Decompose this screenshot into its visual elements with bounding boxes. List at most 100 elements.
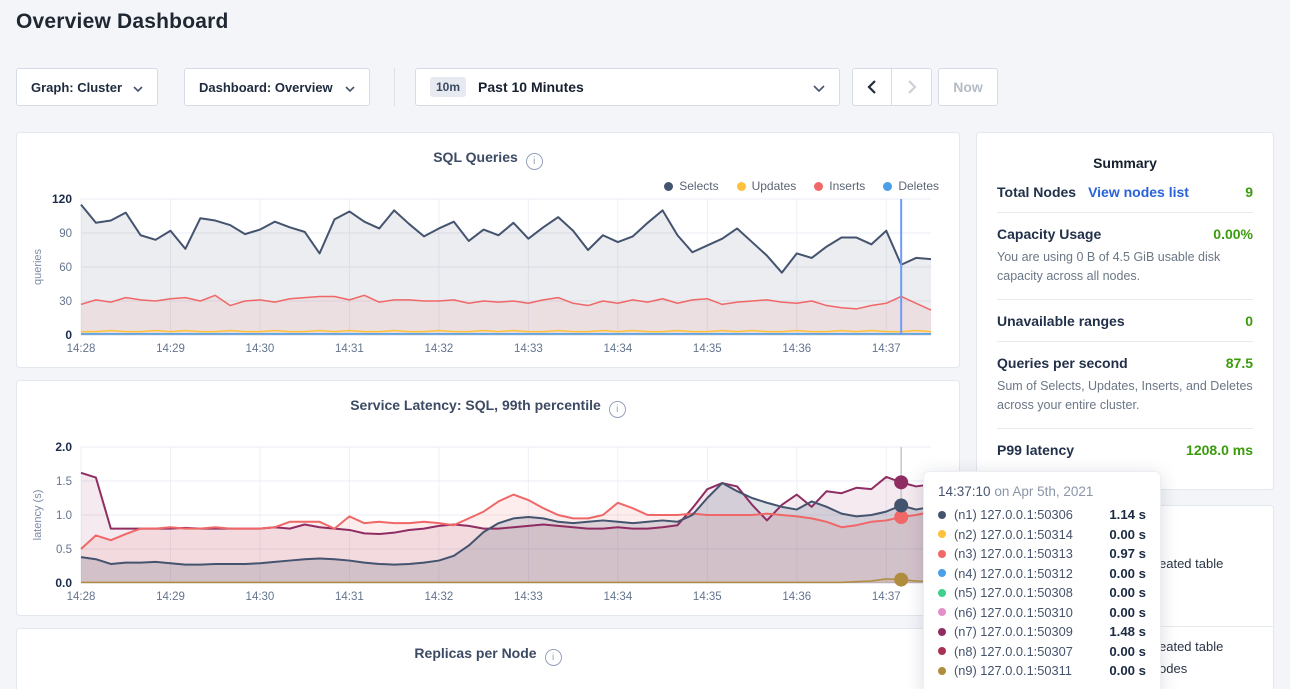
replicas-title-row: Replicas per Node i [17,645,959,666]
summary-row-unavailable: Unavailable ranges 0 [997,300,1253,342]
svg-text:90: 90 [59,228,72,240]
node-latency-value: 0.97 s [1109,546,1146,561]
summary-title: Summary [997,155,1253,171]
svg-text:1.5: 1.5 [56,476,72,488]
svg-text:14:30: 14:30 [246,343,275,355]
tooltip-row: (n6) 127.0.0.1:503100.00 s [938,603,1146,623]
svg-text:14:32: 14:32 [425,343,454,355]
node-latency-value: 0.00 s [1109,585,1146,600]
tooltip-row: (n3) 127.0.0.1:50313 0.97 s [938,544,1146,564]
tooltip-row: (n7) 127.0.0.1:503091.48 s [938,622,1146,642]
summary-panel: Summary Total Nodes View nodes list 9 Ca… [976,132,1274,490]
summary-desc: Sum of Selects, Updates, Inserts, and De… [997,377,1253,416]
tooltip-row: (n8) 127.0.0.1:50307 0.00 s [938,642,1146,662]
node-address: (n1) 127.0.0.1:50306 [954,507,1101,522]
prev-time-button[interactable] [852,68,892,106]
summary-label: Unavailable ranges [997,313,1125,329]
node-address: (n6) 127.0.0.1:50310 [954,605,1101,620]
summary-row-total-nodes: Total Nodes View nodes list 9 [997,171,1253,213]
now-button[interactable]: Now [938,68,998,106]
svg-text:120: 120 [52,192,72,206]
svg-text:0.0: 0.0 [55,576,72,590]
summary-value: 0 [1245,313,1253,329]
svg-text:30: 30 [59,296,72,308]
svg-text:14:29: 14:29 [156,591,185,603]
tooltip-row: (n2) 127.0.0.1:50314 0.00 s [938,525,1146,545]
summary-label: Total Nodes [997,184,1076,200]
chart-title: Replicas per Node [414,645,536,661]
sql-queries-card: SQL Queriesi SelectsUpdatesInsertsDelete… [16,132,960,368]
svg-text:queries: queries [32,248,44,285]
replicas-per-node-card: Replicas per Node i [16,628,960,689]
node-dot-icon [938,569,946,577]
toolbar-divider [394,68,395,106]
sql-queries-chart[interactable]: 14:2814:2914:3014:3114:3214:3314:3414:35… [17,133,961,369]
page-title: Overview Dashboard [16,10,229,34]
svg-text:14:36: 14:36 [782,343,811,355]
svg-text:14:37: 14:37 [872,343,901,355]
node-latency-value: 1.14 s [1109,507,1146,522]
event-text-fragment: odes [1159,661,1187,676]
chart-hover-tooltip: 14:37:10 on Apr 5th, 2021 (n1) 127.0.0.1… [923,471,1161,689]
tooltip-row: (n1) 127.0.0.1:50306 1.14 s [938,505,1146,525]
svg-text:14:29: 14:29 [156,343,185,355]
service-latency-card: Service Latency: SQL, 99th percentilei 1… [16,380,960,616]
tooltip-timestamp: 14:37:10 on Apr 5th, 2021 [938,484,1146,499]
info-icon[interactable]: i [545,649,562,666]
svg-text:1.0: 1.0 [56,510,72,522]
next-time-button[interactable] [892,68,932,106]
service-latency-chart[interactable]: 14:2814:2914:3014:3114:3214:3314:3414:35… [17,381,961,617]
summary-desc: You are using 0 B of 4.5 GiB usable disk… [997,248,1253,287]
chevron-down-icon [813,80,825,95]
node-latency-value: 0.00 s [1109,566,1146,581]
time-nav [852,68,932,106]
node-address: (n5) 127.0.0.1:50308 [954,585,1101,600]
chevron-down-icon [345,80,355,95]
dashboard-dropdown-label: Dashboard: Overview [199,80,333,95]
summary-row-p99: P99 latency 1208.0 ms [997,429,1253,470]
summary-value: 87.5 [1226,355,1253,371]
svg-text:14:31: 14:31 [335,591,364,603]
summary-value: 1208.0 ms [1186,442,1253,458]
node-address: (n8) 127.0.0.1:50307 [954,644,1101,659]
node-latency-value: 0.00 s [1109,663,1146,678]
node-address: (n7) 127.0.0.1:50309 [954,624,1101,639]
node-dot-icon [938,628,946,636]
node-latency-value: 0.00 s [1109,644,1146,659]
tooltip-row: (n4) 127.0.0.1:503120.00 s [938,564,1146,584]
node-dot-icon [938,589,946,597]
event-text-fragment: eated table [1159,556,1223,571]
node-dot-icon [938,550,946,558]
svg-text:14:33: 14:33 [514,591,543,603]
graph-dropdown-label: Graph: Cluster [31,80,122,95]
time-range-badge: 10m [430,77,466,97]
svg-text:14:31: 14:31 [335,343,364,355]
time-range-dropdown[interactable]: 10m Past 10 Minutes [415,68,840,106]
tooltip-row: (n5) 127.0.0.1:50308 0.00 s [938,583,1146,603]
dashboard-dropdown[interactable]: Dashboard: Overview [184,68,370,106]
svg-text:14:36: 14:36 [782,591,811,603]
page: Overview Dashboard Graph: Cluster Dashbo… [0,0,1290,689]
node-dot-icon [938,608,946,616]
svg-text:14:35: 14:35 [693,343,722,355]
svg-text:14:30: 14:30 [246,591,275,603]
summary-label: Queries per second [997,355,1128,371]
tooltip-row: (n9) 127.0.0.1:503110.00 s [938,661,1146,681]
summary-label: P99 latency [997,442,1074,458]
summary-label: Capacity Usage [997,226,1101,242]
node-dot-icon [938,511,946,519]
summary-row-qps: Queries per second 87.5 Sum of Selects, … [997,342,1253,429]
svg-text:0.5: 0.5 [56,544,72,556]
node-address: (n2) 127.0.0.1:50314 [954,527,1101,542]
svg-text:14:32: 14:32 [425,591,454,603]
node-address: (n3) 127.0.0.1:50313 [954,546,1101,561]
svg-text:60: 60 [59,262,72,274]
node-dot-icon [938,530,946,538]
svg-text:14:37: 14:37 [872,591,901,603]
node-latency-value: 0.00 s [1109,527,1146,542]
toolbar: Graph: Cluster Dashboard: Overview 10m P… [0,68,1290,106]
svg-text:14:35: 14:35 [693,591,722,603]
view-nodes-link[interactable]: View nodes list [1088,184,1189,200]
graph-dropdown[interactable]: Graph: Cluster [16,68,158,106]
svg-text:0: 0 [65,328,72,342]
